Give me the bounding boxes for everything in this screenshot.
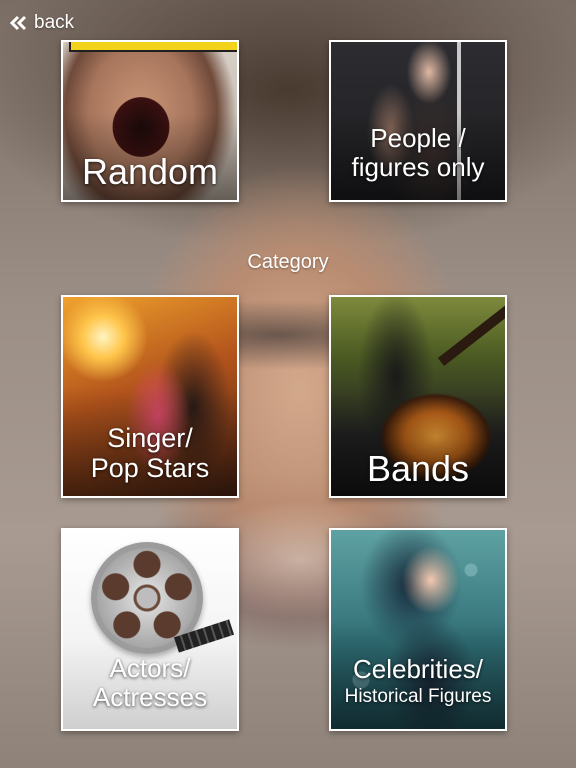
category-heading: Category (247, 251, 329, 273)
tile-label-people: People / figures only (331, 123, 505, 183)
tile-label-line: Actors/ (109, 653, 191, 683)
tile-label-line: Singer/ (107, 423, 193, 453)
back-button[interactable]: back (10, 11, 74, 35)
tile-label-line: Celebrities/ (352, 654, 484, 684)
tile-label-actors: Actors/ Actresses (63, 653, 237, 713)
category-tile-random[interactable]: Random (61, 40, 239, 202)
tile-label-line: People / (370, 123, 466, 153)
tile-label-bands: Bands (331, 448, 505, 489)
category-tile-bands[interactable]: Bands (329, 295, 507, 498)
tile-label-line: Bands (366, 448, 470, 489)
tile-label-random: Random (63, 151, 237, 192)
tile-label-line: Random (81, 151, 219, 192)
guitar-neck (437, 302, 505, 366)
tile-label-line: Historical Figures (344, 686, 492, 708)
tile-label-singer: Singer/ Pop Stars (63, 423, 237, 483)
double-chevron-left-icon (10, 15, 28, 31)
category-tile-singer[interactable]: Singer/ Pop Stars (61, 295, 239, 498)
back-label: back (34, 12, 75, 33)
category-tile-actors[interactable]: Actors/ Actresses (61, 528, 239, 731)
tile-label-celebrities: Celebrities/ Historical Figures (331, 654, 505, 708)
yellow-banner (69, 42, 237, 52)
category-tile-people[interactable]: People / figures only (329, 40, 507, 202)
tile-label-line: Actresses (92, 682, 208, 713)
tile-label-line: Pop Stars (90, 453, 210, 484)
tile-label-line: figures only (351, 152, 485, 183)
category-tile-celebrities[interactable]: Celebrities/ Historical Figures (329, 528, 507, 731)
